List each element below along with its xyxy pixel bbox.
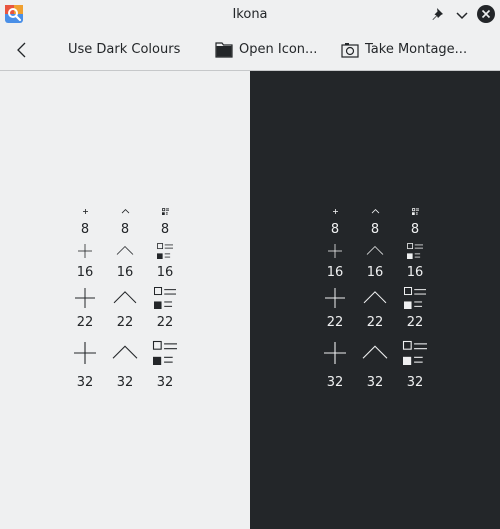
add-icon [74,342,96,364]
size-label: 32 [116,375,134,390]
open-icon-button[interactable]: Open Icon... [215,29,317,70]
go-up-icon [371,208,379,213]
size-label: 32 [366,375,384,390]
go-up-icon [112,345,138,359]
minimize-icon[interactable] [452,5,472,25]
go-up-icon [121,208,129,213]
go-up-icon [366,245,384,255]
view-list-details-icon [402,340,427,365]
add-icon [78,244,92,258]
size-label: 22 [366,315,384,330]
camera-icon [341,42,359,58]
view-list-details-icon [161,207,169,215]
view-list-details-icon [407,243,423,259]
size-label: 16 [156,265,174,280]
use-dark-colours-toggle[interactable]: Use Dark Colours [68,29,180,70]
back-button[interactable] [10,29,34,70]
add-icon [324,342,346,364]
add-icon [328,244,342,258]
size-label: 8 [330,222,340,237]
view-list-details-icon [154,287,176,309]
back-arrow-icon [17,42,26,57]
take-montage-button[interactable]: Take Montage... [341,29,467,70]
size-label: 22 [406,315,424,330]
folder-icon [215,41,233,58]
view-list-details-icon [152,340,177,365]
add-icon [332,208,338,214]
size-label: 32 [156,375,174,390]
add-icon [325,288,345,308]
add-icon [82,208,88,214]
size-label: 8 [80,222,90,237]
size-label: 16 [76,265,94,280]
size-label: 16 [366,265,384,280]
add-icon [75,288,95,308]
size-label: 32 [76,375,94,390]
view-list-details-icon [411,207,419,215]
size-label: 16 [116,265,134,280]
size-label: 22 [326,315,344,330]
view-list-details-icon [404,287,426,309]
pin-icon[interactable] [428,5,448,25]
size-label: 16 [326,265,344,280]
size-label: 32 [326,375,344,390]
light-preview-pane: 8 8 8 16 16 16 22 22 22 32 32 32 [0,71,250,529]
size-label: 8 [410,222,420,237]
size-label: 16 [406,265,424,280]
title-bar: Ikona [0,0,500,29]
open-icon-label: Open Icon... [239,42,318,57]
go-up-icon [363,291,387,304]
take-montage-label: Take Montage... [365,42,468,57]
size-label: 8 [120,222,130,237]
toolbar: Use Dark Colours Open Icon... Take Monta… [0,29,500,71]
go-up-icon [116,245,134,255]
size-label: 22 [76,315,94,330]
go-up-icon [113,291,137,304]
size-label: 8 [370,222,380,237]
size-label: 22 [116,315,134,330]
view-list-details-icon [157,243,173,259]
size-label: 22 [156,315,174,330]
window-title: Ikona [232,7,268,22]
size-label: 32 [406,375,424,390]
use-dark-colours-label: Use Dark Colours [68,42,181,57]
go-up-icon [362,345,388,359]
size-label: 8 [160,222,170,237]
close-icon[interactable] [476,4,496,24]
dark-preview-pane: 8 8 8 16 16 16 22 22 22 32 32 32 [250,71,500,529]
